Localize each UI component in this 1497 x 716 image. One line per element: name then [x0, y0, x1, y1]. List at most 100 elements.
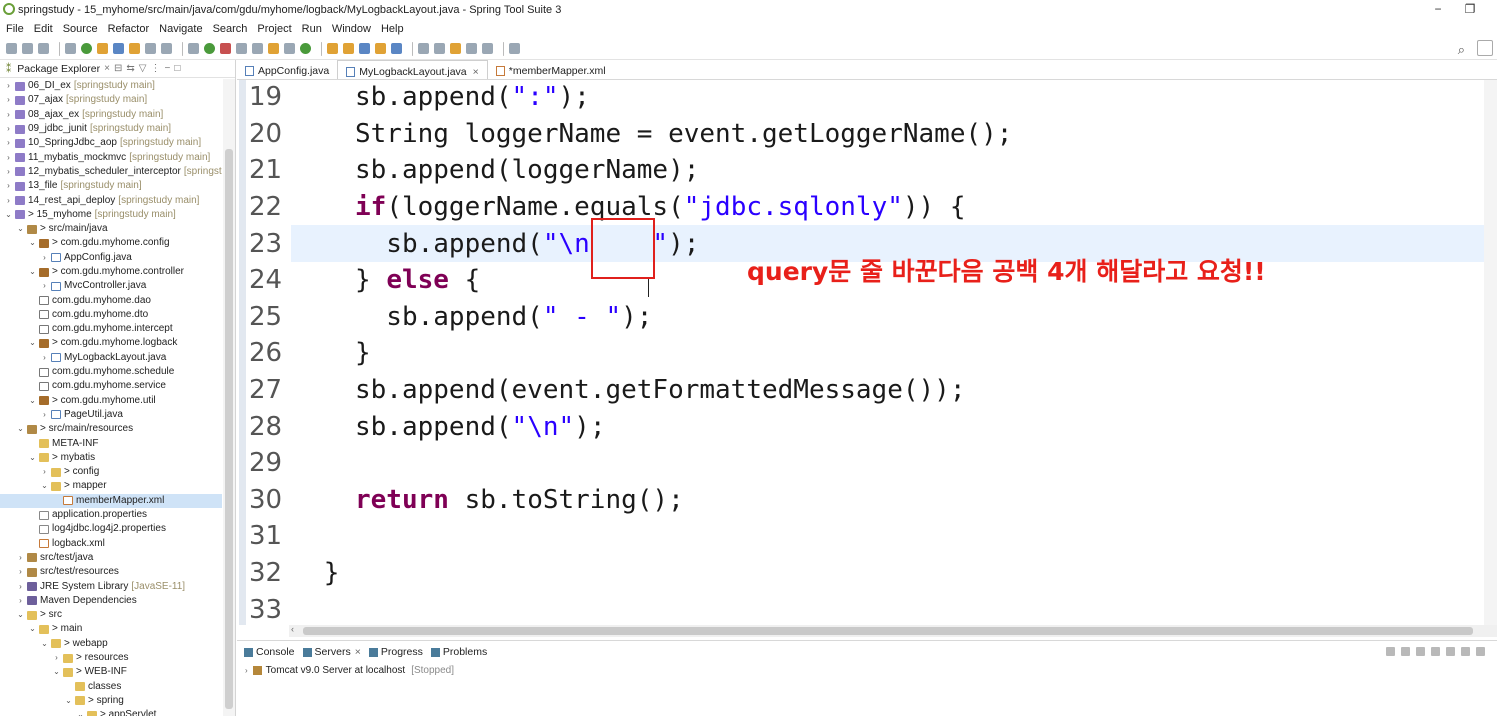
run-icon[interactable]	[204, 43, 215, 54]
link-editor-icon[interactable]: ⇆	[126, 63, 134, 74]
collapsed-arrow-icon[interactable]: ›	[4, 151, 13, 165]
tree-item[interactable]: › MyLogbackLayout.java	[0, 351, 222, 365]
debug-server-icon[interactable]	[1401, 647, 1410, 656]
search-icon[interactable]	[359, 43, 370, 54]
tree-scrollbar[interactable]	[223, 79, 235, 716]
annotation-icon[interactable]	[375, 43, 386, 54]
collapsed-arrow-icon[interactable]: ›	[4, 165, 13, 179]
menu-run[interactable]: Run	[302, 23, 322, 35]
tree-item[interactable]: › 08_ajax_ex [springstudy main]	[0, 108, 222, 122]
tree-item[interactable]: ⌄ > 15_myhome [springstudy main]	[0, 208, 222, 222]
publish-icon[interactable]	[1461, 647, 1470, 656]
expanded-arrow-icon[interactable]: ⌄	[4, 208, 13, 222]
collapsed-arrow-icon[interactable]: ›	[16, 565, 25, 579]
next-annotation-icon[interactable]	[418, 43, 429, 54]
search-icon[interactable]: ⌕	[1458, 42, 1465, 58]
tree-item[interactable]: log4jdbc.log4j2.properties	[0, 522, 222, 536]
code-line[interactable]: 21 sb.append(loggerName);	[237, 152, 1497, 189]
expanded-arrow-icon[interactable]: ⌄	[76, 708, 85, 716]
expanded-arrow-icon[interactable]: ⌄	[16, 222, 25, 236]
view-menu-icon[interactable]	[1476, 647, 1485, 656]
expanded-arrow-icon[interactable]: ⌄	[28, 451, 37, 465]
editor-tab[interactable]: *memberMapper.xml	[488, 60, 614, 79]
tree-item[interactable]: › 09_jdbc_junit [springstudy main]	[0, 122, 222, 136]
code-line[interactable]: 28 sb.append("\n");	[237, 408, 1497, 445]
view-menu-icon[interactable]: ⋮	[150, 63, 160, 74]
tree-item[interactable]: › AppConfig.java	[0, 251, 222, 265]
menu-window[interactable]: Window	[332, 23, 371, 35]
menu-search[interactable]: Search	[213, 23, 248, 35]
collapsed-arrow-icon[interactable]: ›	[4, 79, 13, 93]
tree-item[interactable]: ⌄ > mapper	[0, 479, 222, 493]
bottom-tab-progress[interactable]: Progress	[368, 646, 423, 658]
code-line[interactable]: 31	[237, 518, 1497, 555]
tree-item[interactable]: › MvcController.java	[0, 279, 222, 293]
expanded-arrow-icon[interactable]: ⌄	[64, 694, 73, 708]
tree-item[interactable]: › PageUtil.java	[0, 408, 222, 422]
tree-item[interactable]: com.gdu.myhome.service	[0, 379, 222, 393]
collapsed-arrow-icon[interactable]: ›	[52, 651, 61, 665]
close-icon[interactable]: ×	[473, 66, 479, 78]
debug-icon[interactable]	[188, 43, 199, 54]
expanded-arrow-icon[interactable]: ⌄	[40, 479, 49, 493]
collapsed-arrow-icon[interactable]: ›	[4, 122, 13, 136]
menu-help[interactable]: Help	[381, 23, 404, 35]
collapsed-arrow-icon[interactable]: ›	[4, 93, 13, 107]
stop-icon[interactable]	[236, 43, 247, 54]
code-line[interactable]: 26}	[237, 335, 1497, 372]
menu-source[interactable]: Source	[63, 23, 98, 35]
collapsed-arrow-icon[interactable]: ›	[16, 551, 25, 565]
open-launch-config-icon[interactable]	[1386, 647, 1395, 656]
collapsed-arrow-icon[interactable]: ›	[16, 580, 25, 594]
forward-icon[interactable]	[482, 43, 493, 54]
tree-item[interactable]: › src/test/resources	[0, 565, 222, 579]
editor-horizontal-scrollbar[interactable]: ‹	[289, 624, 1497, 637]
tree-item[interactable]: classes	[0, 679, 222, 693]
close-icon[interactable]: ×	[104, 63, 110, 74]
collapsed-arrow-icon[interactable]: ›	[40, 279, 49, 293]
tree-item[interactable]: ⌄ > com.gdu.myhome.controller	[0, 265, 222, 279]
collapsed-arrow-icon[interactable]: ›	[4, 136, 13, 150]
tree-item[interactable]: › src/test/java	[0, 551, 222, 565]
toggle-block-icon[interactable]	[145, 43, 156, 54]
tree-item[interactable]: com.gdu.myhome.intercept	[0, 322, 222, 336]
collapsed-arrow-icon[interactable]: ›	[40, 251, 49, 265]
new-class-icon[interactable]	[300, 43, 311, 54]
tree-item[interactable]: logback.xml	[0, 537, 222, 551]
minimize-icon[interactable]: −	[1428, 2, 1448, 16]
boot-dashboard-icon[interactable]	[97, 43, 108, 54]
scroll-left-icon[interactable]: ‹	[291, 624, 294, 634]
menu-project[interactable]: Project	[257, 23, 291, 35]
external-tools-icon[interactable]	[220, 43, 231, 54]
tree-item[interactable]: memberMapper.xml	[0, 493, 222, 508]
editor-tab[interactable]: AppConfig.java	[237, 60, 337, 79]
tree-item[interactable]: ⌄ > webapp	[0, 637, 222, 651]
tree-item[interactable]: › JRE System Library [JavaSE-11]	[0, 579, 222, 593]
tree-item[interactable]: com.gdu.myhome.dto	[0, 308, 222, 322]
relaunch-icon[interactable]	[252, 43, 263, 54]
pin-editor-icon[interactable]	[509, 43, 520, 54]
bottom-tab-problems[interactable]: Problems	[430, 646, 487, 658]
code-line[interactable]: 19 sb.append(":");	[237, 80, 1497, 116]
new-icon[interactable]	[6, 43, 17, 54]
maximize-icon[interactable]: □	[174, 63, 180, 74]
tree-item[interactable]: › > resources	[0, 651, 222, 665]
server-row[interactable]: › Tomcat v9.0 Server at localhost [Stopp…	[237, 663, 1497, 677]
stop-server-icon[interactable]	[1446, 647, 1455, 656]
expanded-arrow-icon[interactable]: ⌄	[28, 394, 37, 408]
collapsed-arrow-icon[interactable]: ›	[4, 179, 13, 193]
menu-navigate[interactable]: Navigate	[159, 23, 202, 35]
start-server-icon[interactable]	[1416, 647, 1425, 656]
expanded-arrow-icon[interactable]: ⌄	[40, 637, 49, 651]
globe-icon[interactable]	[391, 43, 402, 54]
spring-icon[interactable]	[81, 43, 92, 54]
menu-file[interactable]: File	[6, 23, 24, 35]
tree-item[interactable]: › > config	[0, 465, 222, 479]
expanded-arrow-icon[interactable]: ⌄	[28, 265, 37, 279]
tree-item[interactable]: ⌄ > appServlet	[0, 708, 222, 716]
tree-item[interactable]: › 13_file [springstudy main]	[0, 179, 222, 193]
tree-item[interactable]: ⌄ > src/main/java	[0, 222, 222, 236]
collapsed-arrow-icon[interactable]: ›	[4, 194, 13, 208]
tree-item[interactable]: › 10_SpringJdbc_aop [springstudy main]	[0, 136, 222, 150]
tree-item[interactable]: ⌄ > WEB-INF	[0, 665, 222, 679]
